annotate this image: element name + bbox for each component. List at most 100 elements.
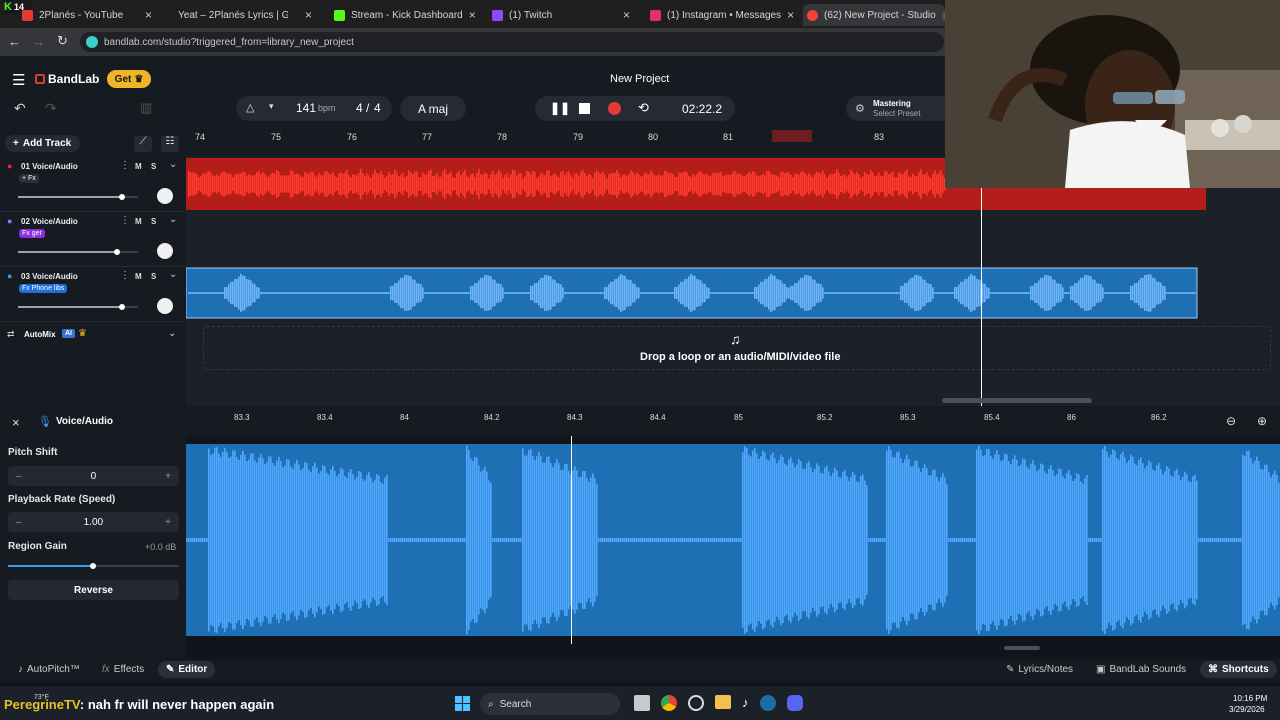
steam-icon[interactable]	[688, 695, 704, 711]
stop-button[interactable]	[579, 103, 590, 114]
task-view-icon[interactable]	[634, 695, 650, 711]
start-icon[interactable]	[455, 696, 470, 711]
record-button[interactable]	[608, 102, 621, 115]
tools-icon[interactable]: ⟋	[134, 136, 152, 152]
track-header[interactable]: ● 03 Voice/Audio ⋮ M S ⌄ Fx Phone libs	[0, 268, 186, 322]
volume-thumb[interactable]	[119, 194, 125, 200]
tab-kick[interactable]: Stream - Kick Dashboard ×	[330, 4, 480, 26]
tab-editor[interactable]: ✎ Editor	[158, 661, 216, 678]
playhead[interactable]	[981, 188, 982, 406]
shortcuts-button[interactable]: ⌘ Shortcuts	[1200, 661, 1277, 678]
solo-button[interactable]: S	[151, 272, 156, 281]
clock-date[interactable]: 3/29/2026	[1229, 705, 1265, 714]
track-menu-icon[interactable]: ⋮	[120, 160, 130, 171]
folder-icon[interactable]	[715, 695, 731, 709]
solo-button[interactable]: S	[151, 162, 156, 171]
get-button[interactable]: Get ♛	[107, 70, 151, 88]
track-name[interactable]: 02 Voice/Audio	[21, 217, 78, 226]
playback-rate-stepper[interactable]: – 1.00 +	[8, 512, 179, 532]
chrome-icon[interactable]	[661, 695, 677, 711]
region-gain-slider[interactable]	[8, 563, 179, 569]
url-input[interactable]: bandlab.com/studio?triggered_from=librar…	[80, 32, 944, 52]
increment-button[interactable]: +	[165, 471, 171, 482]
pan-knob[interactable]	[157, 188, 173, 204]
pitch-shift-stepper[interactable]: – 0 +	[8, 466, 179, 486]
forward-icon[interactable]: →	[32, 34, 45, 49]
bandlab-sounds-button[interactable]: ▣ BandLab Sounds	[1096, 664, 1186, 675]
site-info-icon[interactable]	[86, 36, 98, 48]
project-title[interactable]: New Project	[610, 73, 669, 85]
close-tab-icon[interactable]: ×	[305, 8, 312, 22]
key-selector[interactable]: A maj	[400, 96, 466, 121]
bpm-value[interactable]: 141	[296, 101, 316, 115]
close-tab-icon[interactable]: ×	[787, 8, 794, 22]
tab-youtube[interactable]: 2Planés - YouTube ×	[18, 4, 160, 26]
time-signature-top[interactable]: 4	[356, 101, 363, 115]
tab-instagram[interactable]: (1) Instagram • Messages ×	[646, 4, 796, 26]
pan-knob[interactable]	[157, 243, 173, 259]
metronome-icon[interactable]: △	[246, 101, 254, 114]
zoom-out-icon[interactable]: ⊖	[1226, 414, 1236, 428]
loop-icon[interactable]: ⟲	[638, 100, 649, 116]
increment-button[interactable]: +	[165, 517, 171, 528]
tab-genius[interactable]: Yeat – 2Planés Lyrics | Genius Ly ×	[174, 4, 320, 26]
decrement-button[interactable]: –	[16, 517, 22, 528]
tab-autopitch[interactable]: ♪ AutoPitch™	[18, 664, 80, 675]
undo-icon[interactable]: ↶	[14, 100, 26, 117]
taskbar-search[interactable]: ⌕ Search	[480, 693, 620, 715]
close-tab-icon[interactable]: ×	[469, 8, 476, 22]
steam-client-icon[interactable]	[759, 695, 776, 711]
tab-twitch[interactable]: (1) Twitch ×	[488, 4, 638, 26]
horizontal-scrollbar[interactable]	[942, 398, 1092, 403]
zoom-in-icon[interactable]: ⊕	[1257, 414, 1267, 428]
fx-badge[interactable]: + Fx	[19, 174, 39, 183]
pause-button[interactable]: ❚❚	[550, 101, 570, 115]
volume-slider[interactable]	[18, 251, 138, 253]
chevron-down-icon[interactable]: ▾	[269, 101, 274, 112]
decrement-button[interactable]: –	[16, 471, 22, 482]
discord-icon[interactable]	[786, 695, 803, 711]
mute-button[interactable]: M	[135, 217, 142, 226]
editor-waveform[interactable]	[186, 436, 1280, 646]
track-menu-icon[interactable]: ⋮	[120, 215, 130, 226]
fx-badge[interactable]: Fx Phone libs	[19, 284, 68, 293]
tiktok-icon[interactable]: ♪	[742, 695, 749, 713]
volume-thumb[interactable]	[119, 304, 125, 310]
app-logo[interactable]: BandLab	[48, 72, 99, 86]
pan-knob[interactable]	[157, 298, 173, 314]
mute-button[interactable]: M	[135, 272, 142, 281]
menu-icon[interactable]: ☰	[12, 71, 25, 89]
lyrics-notes-button[interactable]: ✎ Lyrics/Notes	[1006, 664, 1073, 675]
editor-scrollbar[interactable]	[1004, 646, 1040, 650]
track-name[interactable]: 01 Voice/Audio	[21, 162, 78, 171]
track-menu-icon[interactable]: ⋮	[120, 270, 130, 281]
reload-icon[interactable]: ↻	[57, 33, 68, 49]
playback-rate-value[interactable]: 1.00	[84, 517, 103, 528]
chevron-down-icon[interactable]: ⌄	[169, 269, 177, 280]
piano-icon[interactable]: ▥	[140, 100, 152, 116]
redo-icon[interactable]: ↷	[45, 100, 57, 117]
solo-button[interactable]: S	[151, 217, 156, 226]
mute-button[interactable]: M	[135, 162, 142, 171]
region-gain-thumb[interactable]	[90, 563, 96, 569]
close-editor-icon[interactable]: ×	[12, 415, 20, 430]
editor-playhead[interactable]	[571, 436, 572, 644]
chevron-down-icon[interactable]: ⌄	[168, 328, 176, 339]
track-name[interactable]: 03 Voice/Audio	[21, 272, 78, 281]
add-track-button[interactable]: + Add Track	[5, 135, 80, 152]
editor-ruler[interactable]	[186, 406, 1280, 436]
tab-effects[interactable]: fx Effects	[102, 664, 144, 675]
track-header[interactable]: ● 01 Voice/Audio ⋮ M S ⌄ + Fx	[0, 158, 186, 212]
volume-thumb[interactable]	[114, 249, 120, 255]
tab-bandlab-studio[interactable]: (62) New Project - Studio ◉	[803, 4, 945, 26]
drop-zone[interactable]: ♫ Drop a loop or an audio/MIDI/video fil…	[203, 326, 1271, 370]
clock-time[interactable]: 10:16 PM	[1233, 694, 1267, 703]
time-signature-bottom[interactable]: 4	[374, 101, 381, 115]
close-tab-icon[interactable]: ×	[623, 8, 630, 22]
fx-badge[interactable]: Fx ger	[19, 229, 45, 238]
close-tab-icon[interactable]: ×	[145, 8, 152, 22]
chevron-down-icon[interactable]: ⌄	[169, 159, 177, 170]
reverse-button[interactable]: Reverse	[8, 580, 179, 600]
back-icon[interactable]: ←	[8, 34, 21, 49]
pitch-shift-value[interactable]: 0	[91, 471, 97, 482]
